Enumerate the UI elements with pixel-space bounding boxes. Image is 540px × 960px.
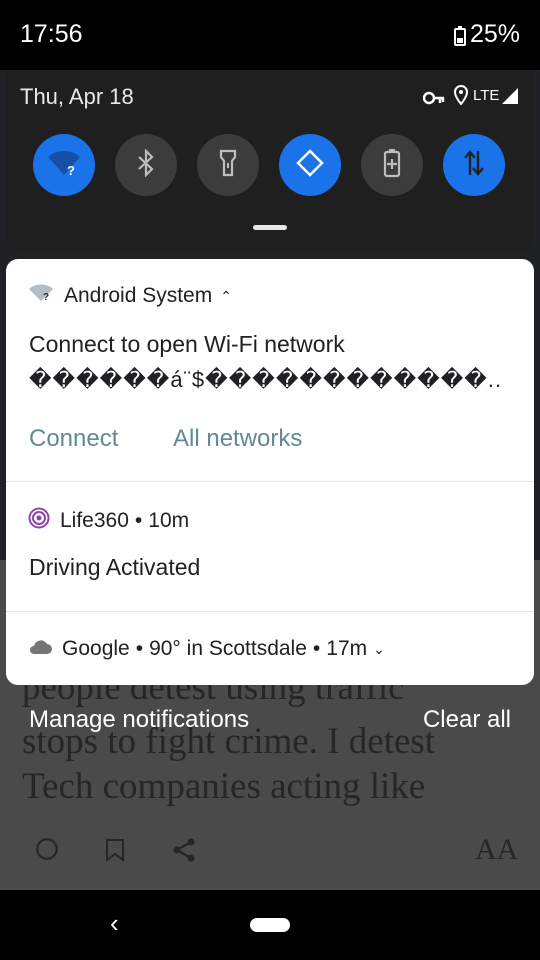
notification-life360[interactable]: Life360 • 10m Driving Activated: [6, 482, 534, 611]
svg-text:?: ?: [67, 163, 75, 176]
mobile-data-icon: [463, 149, 485, 182]
notification-time: 17m: [326, 637, 368, 660]
separator-dot: •: [134, 509, 143, 532]
tile-bluetooth[interactable]: [115, 134, 177, 196]
connect-button[interactable]: Connect: [29, 425, 118, 453]
separator-dot: •: [135, 637, 144, 660]
notification-wifi[interactable]: ? Android System ⌃ Connect to open Wi-Fi…: [6, 259, 534, 481]
bookmark-icon: [104, 838, 126, 867]
home-button[interactable]: [250, 918, 290, 932]
notification-list: ? Android System ⌃ Connect to open Wi-Fi…: [6, 259, 534, 685]
chevron-down-icon[interactable]: ⌄: [373, 641, 385, 658]
font-size-button: AA: [475, 833, 519, 866]
signal-icon: [502, 88, 518, 109]
vpn-key-icon: [422, 86, 445, 111]
wifi-icon: ?: [47, 150, 81, 181]
app-name: Life360: [60, 509, 129, 532]
clear-all-button[interactable]: Clear all: [423, 706, 511, 734]
quick-settings-panel: Thu, Apr 18 LTE ?: [6, 70, 534, 252]
notification-text: ������á¨$������������..: [29, 367, 503, 392]
wifi-question-icon: ?: [28, 284, 54, 308]
svg-text:?: ?: [43, 292, 49, 302]
battery-percent: 25%: [469, 20, 520, 48]
manage-notifications-button[interactable]: Manage notifications: [29, 706, 249, 734]
bluetooth-icon: [136, 147, 156, 182]
network-type: LTE: [473, 87, 500, 104]
separator-dot: •: [312, 637, 321, 660]
expand-handle[interactable]: [253, 225, 287, 230]
back-icon[interactable]: ‹: [110, 908, 119, 939]
article-line-3: Tech companies acting like: [22, 766, 426, 807]
app-name: Google: [62, 637, 130, 660]
tile-mobile-data[interactable]: [443, 134, 505, 196]
battery-saver-icon: [383, 148, 401, 183]
share-icon: [170, 836, 198, 869]
chevron-up-icon[interactable]: ⌃: [220, 288, 232, 305]
status-bar: 17:56 25%: [0, 0, 540, 70]
clap-icon: [34, 836, 60, 867]
tile-auto-rotate[interactable]: [279, 134, 341, 196]
clock: 17:56: [20, 20, 83, 48]
location-icon: [453, 84, 469, 110]
notification-title: Driving Activated: [29, 554, 201, 580]
navigation-bar: ‹: [0, 890, 540, 960]
notification-header: Life360 • 10m: [28, 507, 189, 535]
flashlight-icon: [219, 149, 237, 182]
notification-time: 10m: [148, 509, 190, 532]
weather-detail: 90° in Scottsdale: [149, 637, 307, 660]
life360-icon: [28, 507, 50, 535]
all-networks-button[interactable]: All networks: [173, 425, 302, 453]
notification-header: Google • 90° in Scottsdale • 17m ⌄: [28, 637, 385, 661]
notification-google[interactable]: Google • 90° in Scottsdale • 17m ⌄: [6, 612, 534, 685]
notification-header: ? Android System ⌃: [28, 284, 232, 308]
tile-battery-saver[interactable]: [361, 134, 423, 196]
battery-icon: [454, 26, 466, 51]
cloud-icon: [28, 637, 52, 661]
app-name: Android System: [64, 284, 213, 307]
notification-title: Connect to open Wi-Fi network: [29, 331, 345, 357]
auto-rotate-icon: [295, 148, 325, 183]
tile-flashlight[interactable]: [197, 134, 259, 196]
date-label: Thu, Apr 18: [20, 84, 134, 109]
tile-wifi[interactable]: ?: [33, 134, 95, 196]
